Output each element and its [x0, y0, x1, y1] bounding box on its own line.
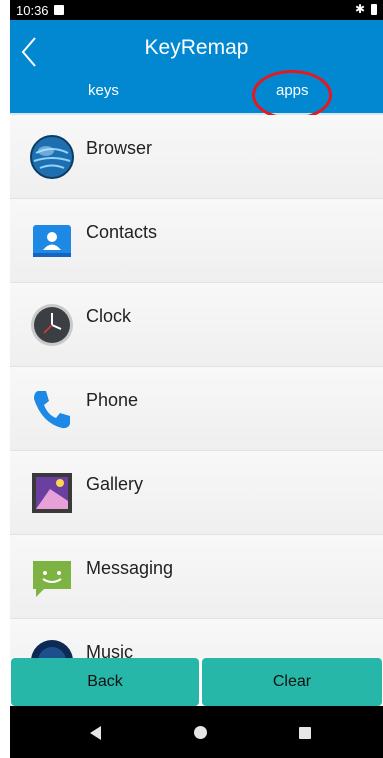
nav-home-icon[interactable]	[194, 726, 207, 739]
clear-button[interactable]: Clear	[202, 658, 382, 706]
app-label: Clock	[86, 306, 132, 326]
system-nav-bar	[10, 706, 383, 758]
contacts-icon	[33, 225, 71, 257]
clock-icon	[31, 304, 73, 346]
nav-back-icon[interactable]	[90, 726, 101, 740]
status-time: 10:36	[16, 3, 49, 18]
list-item-contacts[interactable]: Contacts	[10, 199, 383, 283]
annotation-circle	[252, 70, 332, 120]
list-item-gallery[interactable]: Gallery	[10, 451, 383, 535]
battery-icon	[371, 4, 377, 15]
globe-icon	[30, 135, 74, 179]
gallery-icon	[32, 473, 72, 513]
nav-recents-icon[interactable]	[299, 727, 311, 739]
notification-icon	[54, 5, 64, 15]
list-item-music[interactable]: Music	[10, 619, 383, 658]
app-list[interactable]: Browser Contacts Clock Phone Gallery Mes…	[10, 115, 383, 658]
app-label: Contacts	[86, 222, 158, 242]
back-button[interactable]: Back	[11, 658, 199, 706]
list-item-phone[interactable]: Phone	[10, 367, 383, 451]
status-bar: 10:36 ✱	[10, 0, 383, 20]
app-label: Phone	[86, 390, 139, 410]
messaging-icon	[33, 561, 71, 597]
list-item-clock[interactable]: Clock	[10, 283, 383, 367]
list-item-browser[interactable]: Browser	[10, 115, 383, 199]
list-item-messaging[interactable]: Messaging	[10, 535, 383, 619]
tab-keys[interactable]: keys	[88, 82, 119, 99]
app-label: Gallery	[86, 474, 144, 494]
music-icon	[31, 640, 73, 658]
phone-icon	[34, 391, 70, 429]
page-title: KeyRemap	[144, 36, 249, 59]
app-label: Browser	[86, 138, 153, 158]
bluetooth-icon: ✱	[354, 2, 365, 16]
app-label: Music	[86, 642, 134, 658]
app-label: Messaging	[86, 558, 174, 578]
